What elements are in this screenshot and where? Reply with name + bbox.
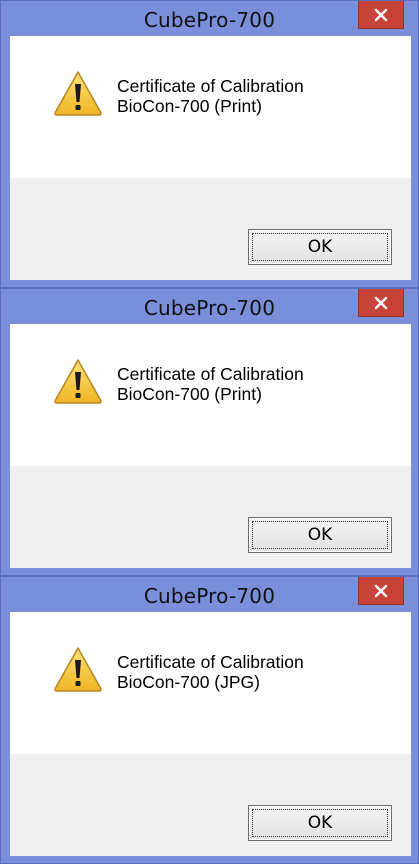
ok-button[interactable]: OK xyxy=(248,517,392,553)
ok-button-label: OK xyxy=(307,237,333,257)
message-dialog: CubePro-700 Certificate of Calibration B… xyxy=(0,576,419,864)
close-button[interactable] xyxy=(358,289,404,317)
close-icon xyxy=(374,584,388,597)
warning-icon xyxy=(54,359,102,404)
ok-button-label: OK xyxy=(307,813,333,833)
message-line-2: BioCon-700 (Print) xyxy=(117,96,262,116)
title-bar[interactable]: CubePro-700 xyxy=(1,577,418,611)
dialog-title: CubePro-700 xyxy=(143,296,276,320)
message-line-1: Certificate of Calibration xyxy=(117,652,304,672)
message-line-1: Certificate of Calibration xyxy=(117,364,304,384)
title-bar[interactable]: CubePro-700 xyxy=(1,289,418,323)
message-line-2: BioCon-700 (Print) xyxy=(117,384,262,404)
dialog-title: CubePro-700 xyxy=(143,8,276,32)
close-icon xyxy=(374,296,388,309)
close-button[interactable] xyxy=(358,1,404,29)
message-dialog: CubePro-700 Certificate of Calibration B… xyxy=(0,0,419,288)
warning-icon xyxy=(54,71,102,116)
message-line-2: BioCon-700 (JPG) xyxy=(117,672,260,692)
warning-icon xyxy=(54,647,102,692)
close-icon xyxy=(374,8,388,21)
ok-button[interactable]: OK xyxy=(248,229,392,265)
dialog-message: Certificate of Calibration BioCon-700 (P… xyxy=(117,364,304,404)
ok-button[interactable]: OK xyxy=(248,805,392,841)
message-line-1: Certificate of Calibration xyxy=(117,76,304,96)
title-bar[interactable]: CubePro-700 xyxy=(1,1,418,35)
dialog-title: CubePro-700 xyxy=(143,584,276,608)
ok-button-label: OK xyxy=(307,525,333,545)
close-button[interactable] xyxy=(358,577,404,605)
message-dialog: CubePro-700 Certificate of Calibration B… xyxy=(0,288,419,576)
dialog-message: Certificate of Calibration BioCon-700 (P… xyxy=(117,76,304,116)
dialog-message: Certificate of Calibration BioCon-700 (J… xyxy=(117,652,304,692)
